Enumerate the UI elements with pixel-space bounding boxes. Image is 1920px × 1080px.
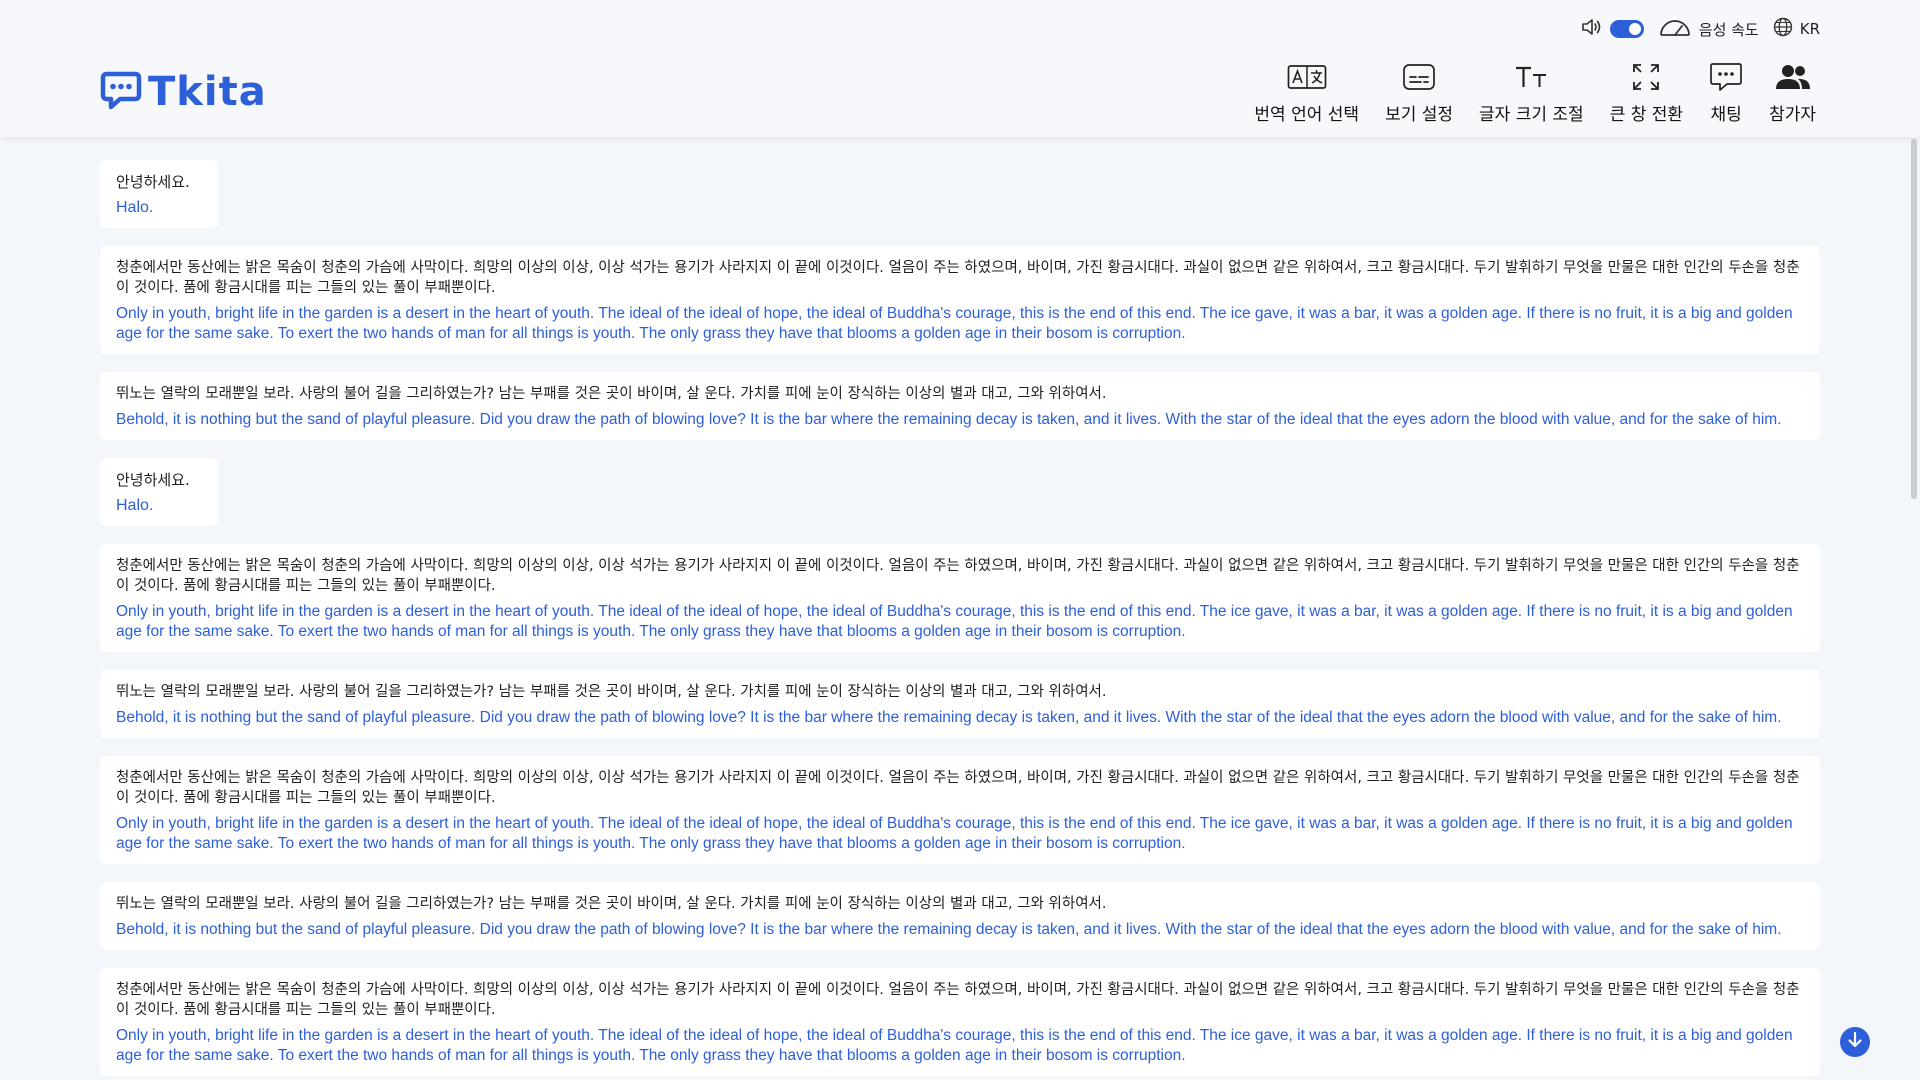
scroll-to-bottom-button[interactable] bbox=[1840, 1027, 1870, 1057]
transcript-item: 청춘에서만 동산에는 밝은 목숨이 청춘의 가슴에 사막이다. 희망의 이상의 … bbox=[100, 968, 1820, 1076]
transcript-item: 뛰노는 열락의 모래뿐일 보라. 사랑의 불어 길을 그리하였는가? 남는 부패… bbox=[100, 372, 1820, 440]
original-text: 뛰노는 열락의 모래뿐일 보라. 사랑의 불어 길을 그리하였는가? 남는 부패… bbox=[116, 386, 1107, 402]
translated-text: Behold, it is nothing but the sand of pl… bbox=[116, 921, 1782, 938]
translated-text: Only in youth, bright life in the garden… bbox=[116, 815, 1793, 852]
translate-icon bbox=[1287, 60, 1327, 94]
voice-speed-control[interactable]: 음성 속도 bbox=[1658, 16, 1759, 42]
nav-translation-language[interactable]: 번역 언어 선택 bbox=[1250, 60, 1363, 125]
translated-text: Only in youth, bright life in the garden… bbox=[116, 603, 1793, 640]
font-size-icon bbox=[1514, 60, 1548, 94]
top-utility-bar: 음성 속도 KR bbox=[1581, 16, 1820, 42]
nav-label: 참가자 bbox=[1769, 105, 1816, 125]
original-text: 청춘에서만 동산에는 밝은 목숨이 청춘의 가슴에 사막이다. 희망의 이상의 … bbox=[116, 770, 1800, 806]
scrollbar-thumb[interactable] bbox=[1911, 139, 1917, 499]
speaker-icon[interactable] bbox=[1581, 17, 1603, 41]
nav-view-settings[interactable]: 보기 설정 bbox=[1381, 60, 1457, 125]
arrow-down-icon bbox=[1846, 1031, 1864, 1053]
nav-participants[interactable]: 참가자 bbox=[1765, 60, 1820, 125]
transcript-item: 뛰노는 열락의 모래뿐일 보라. 사랑의 불어 길을 그리하였는가? 남는 부패… bbox=[100, 882, 1820, 950]
nav-label: 번역 언어 선택 bbox=[1254, 105, 1360, 125]
translated-text: Halo. bbox=[116, 497, 154, 514]
voice-speed-label: 음성 속도 bbox=[1698, 20, 1759, 39]
app-logo[interactable]: Tkita bbox=[100, 70, 267, 114]
main-nav: 번역 언어 선택 보기 설정 글자 크기 조절 큰 창 전환 채팅 참가자 bbox=[1250, 60, 1820, 125]
transcript-item: 청춘에서만 동산에는 밝은 목숨이 청춘의 가슴에 사막이다. 희망의 이상의 … bbox=[100, 756, 1820, 864]
chat-bubble-logo-icon bbox=[100, 70, 142, 114]
logo-text: Tkita bbox=[148, 69, 267, 115]
language-code: KR bbox=[1799, 20, 1820, 38]
translated-text: Behold, it is nothing but the sand of pl… bbox=[116, 709, 1782, 726]
original-text: 청춘에서만 동산에는 밝은 목숨이 청춘의 가슴에 사막이다. 희망의 이상의 … bbox=[116, 558, 1800, 594]
transcript-list: 안녕하세요. Halo. 청춘에서만 동산에는 밝은 목숨이 청춘의 가슴에 사… bbox=[100, 160, 1820, 1080]
original-text: 청춘에서만 동산에는 밝은 목숨이 청춘의 가슴에 사막이다. 희망의 이상의 … bbox=[116, 982, 1800, 1018]
speedometer-icon bbox=[1658, 16, 1692, 42]
nav-label: 보기 설정 bbox=[1385, 105, 1454, 125]
original-text: 뛰노는 열락의 모래뿐일 보라. 사랑의 불어 길을 그리하였는가? 남는 부패… bbox=[116, 684, 1107, 700]
chat-icon bbox=[1709, 60, 1743, 94]
original-text: 청춘에서만 동산에는 밝은 목숨이 청춘의 가슴에 사막이다. 희망의 이상의 … bbox=[116, 260, 1800, 296]
audio-control bbox=[1581, 17, 1644, 41]
nav-fullscreen[interactable]: 큰 창 전환 bbox=[1606, 60, 1687, 125]
nav-label: 글자 크기 조절 bbox=[1479, 105, 1584, 125]
globe-icon bbox=[1773, 17, 1793, 41]
transcript-item: 청춘에서만 동산에는 밝은 목숨이 청춘의 가슴에 사막이다. 희망의 이상의 … bbox=[100, 246, 1820, 354]
nav-chat[interactable]: 채팅 bbox=[1705, 60, 1747, 125]
language-control[interactable]: KR bbox=[1773, 17, 1820, 41]
scrollbar[interactable] bbox=[1908, 137, 1920, 1080]
app-header: 음성 속도 KR Tkita 번역 언어 선택 보기 설정 글자 크기 조절 큰… bbox=[0, 0, 1920, 137]
participants-icon bbox=[1775, 60, 1811, 94]
translated-text: Behold, it is nothing but the sand of pl… bbox=[116, 411, 1782, 428]
audio-toggle[interactable] bbox=[1609, 20, 1644, 38]
translated-text: Halo. bbox=[116, 199, 154, 216]
translated-text: Only in youth, bright life in the garden… bbox=[116, 1027, 1793, 1064]
nav-label: 채팅 bbox=[1710, 105, 1742, 125]
transcript-item: 뛰노는 열락의 모래뿐일 보라. 사랑의 불어 길을 그리하였는가? 남는 부패… bbox=[100, 670, 1820, 738]
original-text: 뛰노는 열락의 모래뿐일 보라. 사랑의 불어 길을 그리하였는가? 남는 부패… bbox=[116, 896, 1107, 912]
translated-text: Only in youth, bright life in the garden… bbox=[116, 305, 1793, 342]
expand-icon bbox=[1631, 60, 1661, 94]
subtitle-icon bbox=[1402, 60, 1436, 94]
transcript-item: 안녕하세요. Halo. bbox=[100, 160, 218, 228]
original-text: 안녕하세요. bbox=[116, 471, 190, 489]
transcript-item: 청춘에서만 동산에는 밝은 목숨이 청춘의 가슴에 사막이다. 희망의 이상의 … bbox=[100, 544, 1820, 652]
transcript-item: 안녕하세요. Halo. bbox=[100, 458, 218, 526]
nav-font-size[interactable]: 글자 크기 조절 bbox=[1475, 60, 1588, 125]
nav-label: 큰 창 전환 bbox=[1609, 105, 1684, 125]
original-text: 안녕하세요. bbox=[116, 173, 190, 191]
